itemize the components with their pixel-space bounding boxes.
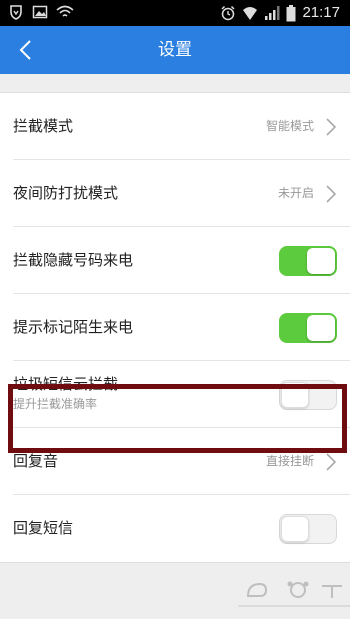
- cell-signal-icon: [264, 5, 280, 21]
- spam-sms-cloud-label: 垃圾短信云拦截: [13, 375, 119, 393]
- status-bar: 21:17: [0, 0, 350, 26]
- reply-tone-value: 直接挂断: [265, 454, 314, 468]
- toggle-knob: [307, 248, 335, 274]
- row-night-mode[interactable]: 夜间防打扰模式 未开启: [13, 160, 350, 227]
- row-intercept-mode[interactable]: 拦截模式 智能模式: [13, 93, 350, 160]
- intercept-mode-value: 智能模式: [265, 119, 314, 133]
- battery-icon: [286, 5, 296, 22]
- chevron-right-icon: [326, 185, 337, 203]
- watermark-logo: [238, 581, 350, 607]
- mark-stranger-label: 提示标记陌生来电: [13, 318, 134, 336]
- row-spam-sms-cloud: 垃圾短信云拦截 提升拦截准确率: [13, 361, 350, 428]
- night-mode-label: 夜间防打扰模式: [13, 184, 119, 202]
- spam-sms-cloud-toggle[interactable]: [279, 380, 337, 410]
- row-mark-stranger: 提示标记陌生来电: [13, 294, 350, 361]
- reply-sms-label: 回复短信: [13, 519, 74, 537]
- mark-stranger-toggle[interactable]: [279, 313, 337, 343]
- page-title: 设置: [158, 40, 192, 60]
- toggle-knob: [281, 382, 309, 408]
- picture-icon: [32, 4, 48, 20]
- spam-sms-cloud-subtitle: 提升拦截准确率: [13, 397, 98, 411]
- alarm-icon: [220, 5, 236, 21]
- row-reply-sms: 回复短信: [13, 495, 350, 562]
- shield-icon: [8, 4, 24, 20]
- reply-sms-toggle[interactable]: [279, 514, 337, 544]
- wifi-icon: [56, 4, 74, 20]
- hidden-number-label: 拦截隐藏号码来电: [13, 251, 134, 269]
- hidden-number-toggle[interactable]: [279, 246, 337, 276]
- reply-tone-label: 回复音: [13, 452, 59, 470]
- chevron-right-icon: [326, 118, 337, 136]
- header-bar: 设置: [0, 26, 350, 74]
- toggle-knob: [281, 516, 309, 542]
- status-time: 21:17: [302, 4, 340, 21]
- toggle-knob: [307, 315, 335, 341]
- wifi-signal-icon: [242, 5, 258, 21]
- intercept-mode-label: 拦截模式: [13, 117, 74, 135]
- night-mode-value: 未开启: [277, 186, 314, 200]
- row-hidden-number: 拦截隐藏号码来电: [13, 227, 350, 294]
- row-reply-tone[interactable]: 回复音 直接挂断: [13, 428, 350, 495]
- chevron-right-icon: [326, 453, 337, 471]
- settings-list: 拦截模式 智能模式 夜间防打扰模式 未开启 拦截隐藏号码来电 提示标记陌生来电 …: [0, 92, 350, 563]
